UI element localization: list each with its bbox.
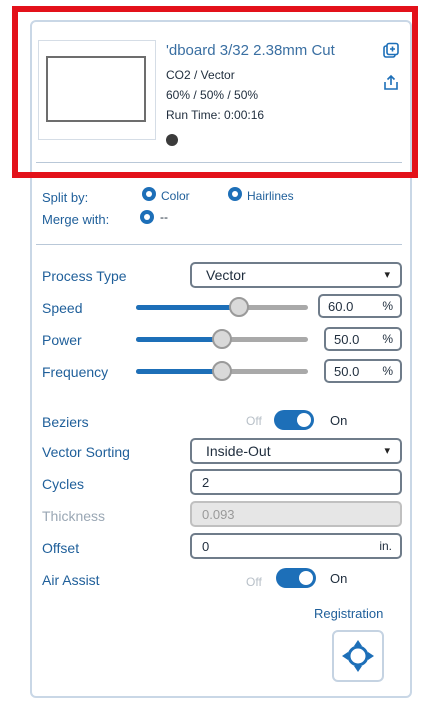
frequency-slider-fill [136, 369, 222, 374]
layer-color-swatch [166, 134, 178, 146]
vector-sorting-label: Vector Sorting [42, 444, 130, 460]
registration-button[interactable] [332, 630, 384, 682]
frequency-slider[interactable] [136, 361, 308, 381]
cycles-value: 2 [202, 475, 210, 490]
offset-input[interactable]: 0 in. [190, 533, 402, 559]
frequency-value: 50.0 [334, 364, 360, 379]
offset-label: Offset [42, 540, 80, 556]
offset-unit: in. [379, 539, 392, 553]
vector-sorting-select[interactable]: Inside-Out ▾ [190, 438, 402, 464]
layer-thumbnail[interactable] [46, 56, 146, 122]
frequency-slider-thumb[interactable] [212, 361, 232, 381]
vector-sorting-value: Inside-Out [206, 443, 271, 459]
divider [36, 162, 402, 163]
split-hairlines-label: Hairlines [247, 189, 294, 203]
beziers-toggle[interactable] [274, 410, 314, 430]
frequency-unit: % [382, 364, 393, 378]
chevron-down-icon: ▾ [384, 269, 390, 281]
air-assist-on-label: On [330, 571, 348, 586]
registration-crosshair-icon [342, 640, 374, 672]
merge-radio[interactable] [140, 210, 154, 224]
split-color-radio[interactable] [142, 187, 156, 201]
power-value: 50.0 [334, 332, 360, 347]
split-hairlines-radio[interactable] [228, 187, 242, 201]
registration-label: Registration [314, 606, 384, 621]
thickness-input[interactable]: 0.093 [190, 501, 402, 527]
air-assist-toggle[interactable] [276, 568, 316, 588]
speed-label: Speed [42, 300, 83, 316]
process-type-label: Process Type [42, 268, 127, 284]
copy-layer-icon[interactable] [382, 42, 400, 60]
split-by-label: Split by: [42, 190, 89, 205]
power-slider-fill [136, 337, 222, 342]
beziers-off-label: Off [246, 414, 262, 428]
divider [36, 244, 402, 245]
process-type-value: Vector [206, 267, 246, 283]
layer-run-time: Run Time: 0:00:16 [166, 108, 265, 122]
export-icon[interactable] [382, 74, 400, 92]
speed-slider[interactable] [136, 297, 308, 317]
layer-power-summary: 60% / 50% / 50% [166, 88, 259, 102]
power-label: Power [42, 332, 82, 348]
power-unit: % [382, 332, 393, 346]
frequency-input[interactable]: 50.0 % [324, 359, 402, 383]
thickness-placeholder: 0.093 [202, 507, 235, 522]
layer-laser-type: CO2 / Vector [166, 68, 235, 82]
cycles-label: Cycles [42, 476, 85, 492]
speed-unit: % [382, 299, 393, 313]
power-slider[interactable] [136, 329, 308, 349]
chevron-down-icon: ▾ [384, 445, 390, 457]
speed-value: 60.0 [328, 299, 354, 314]
power-slider-thumb[interactable] [212, 329, 232, 349]
power-input[interactable]: 50.0 % [324, 327, 402, 351]
beziers-label: Beziers [42, 414, 89, 430]
thickness-label: Thickness [42, 508, 106, 524]
merge-with-label: Merge with: [42, 212, 110, 227]
beziers-on-label: On [330, 413, 348, 428]
cycles-input[interactable]: 2 [190, 469, 402, 495]
frequency-label: Frequency [42, 364, 109, 380]
layer-name: 'dboard 3/32 2.38mm Cut [166, 42, 335, 59]
speed-slider-fill [136, 305, 240, 310]
offset-value: 0 [202, 539, 210, 554]
air-assist-off-label: Off [246, 575, 262, 589]
process-type-select[interactable]: Vector ▾ [190, 262, 402, 288]
air-assist-label: Air Assist [42, 572, 100, 588]
speed-input[interactable]: 60.0 % [318, 294, 402, 318]
split-color-label: Color [161, 189, 190, 203]
merge-value: -- [160, 210, 168, 224]
